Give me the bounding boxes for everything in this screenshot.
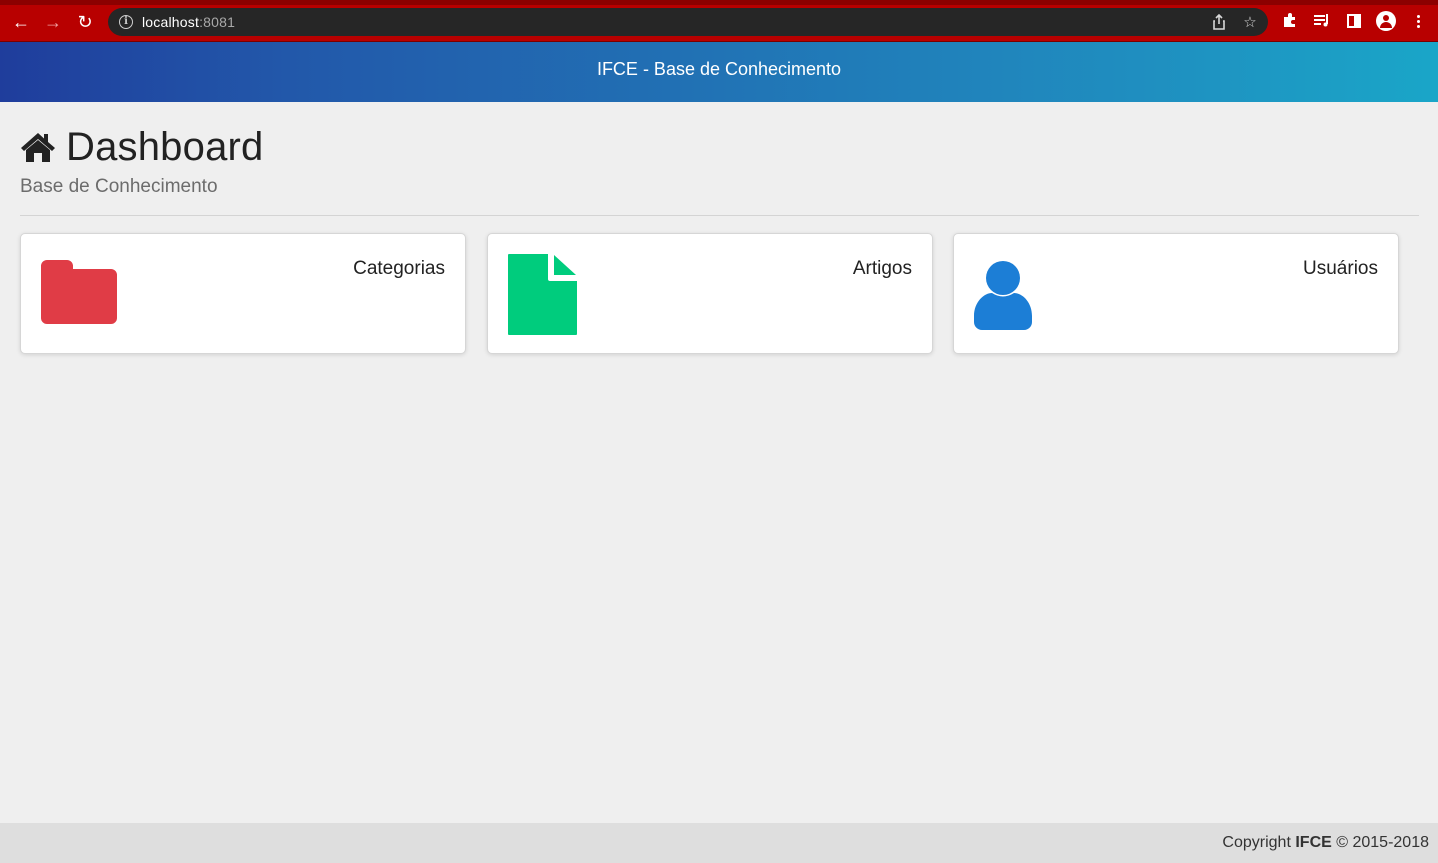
url-text[interactable]: localhost:8081	[142, 14, 235, 30]
copyright-prefix: Copyright	[1222, 834, 1296, 851]
profile-icon[interactable]	[1376, 11, 1396, 31]
url-host: localhost	[142, 14, 200, 30]
home-icon	[21, 133, 55, 162]
users-card[interactable]: Usuários	[953, 233, 1399, 354]
back-icon[interactable]: ←	[10, 11, 32, 33]
info-icon[interactable]: i	[119, 15, 133, 29]
address-bar[interactable]: i localhost:8081 ☆	[108, 8, 1268, 36]
url-port: :8081	[199, 14, 236, 30]
page-heading: Dashboard	[20, 124, 263, 170]
forward-icon[interactable]: →	[42, 11, 64, 33]
reload-icon[interactable]: ↻	[74, 11, 96, 33]
folder-icon	[41, 260, 117, 324]
menu-icon[interactable]	[1410, 12, 1428, 30]
star-icon[interactable]: ☆	[1241, 14, 1259, 32]
app-header: IFCE - Base de Conhecimento	[0, 42, 1438, 102]
copyright-brand: IFCE	[1295, 834, 1332, 851]
divider	[20, 215, 1419, 216]
footer: Copyright IFCE © 2015-2018	[0, 823, 1438, 863]
media-icon[interactable]	[1313, 12, 1331, 30]
categories-card[interactable]: Categorias	[20, 233, 466, 354]
copyright-suffix: © 2015-2018	[1331, 834, 1429, 851]
file-icon	[508, 254, 577, 335]
app-title[interactable]: IFCE - Base de Conhecimento	[0, 59, 1438, 80]
page-title: Dashboard	[66, 124, 264, 169]
categories-label: Categorias	[353, 258, 445, 279]
browser-toolbar: ← → ↻ i localhost:8081 ☆	[0, 0, 1438, 42]
user-icon	[974, 261, 1032, 330]
side-panel-icon[interactable]	[1345, 12, 1363, 30]
users-label: Usuários	[1303, 258, 1378, 279]
copyright-text: Copyright IFCE © 2015-2018	[1222, 834, 1429, 852]
articles-card[interactable]: Artigos	[487, 233, 933, 354]
page-subtitle: Base de Conhecimento	[20, 176, 218, 197]
share-icon[interactable]	[1210, 13, 1228, 32]
extensions-icon[interactable]	[1281, 12, 1299, 30]
tab-strip	[0, 0, 1438, 5]
articles-label: Artigos	[852, 258, 912, 279]
